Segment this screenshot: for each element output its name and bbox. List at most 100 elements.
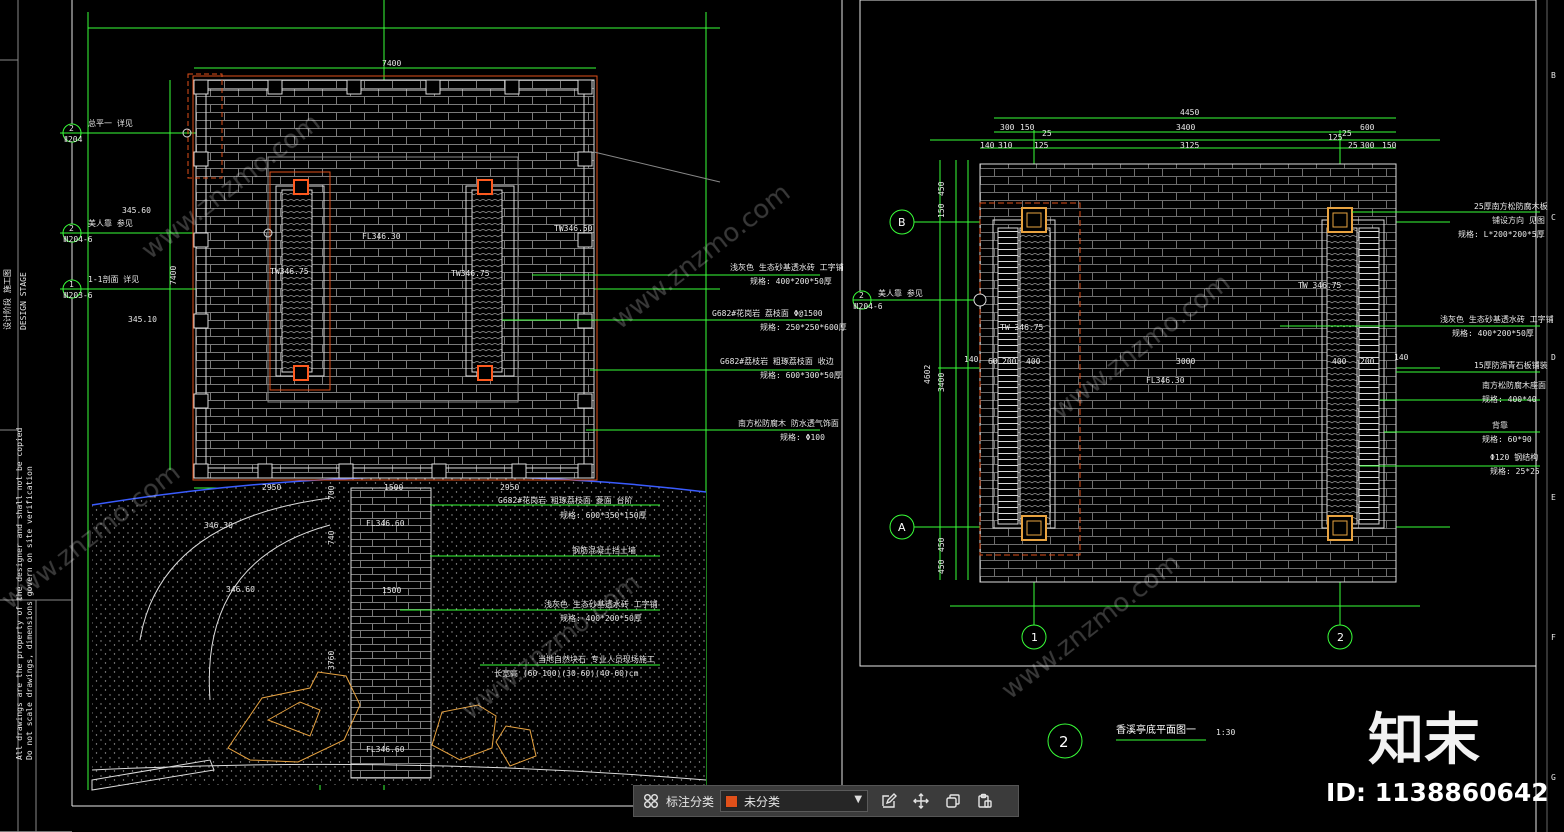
axis-bubble-a[interactable]: A [889, 514, 915, 540]
copy-icon[interactable] [942, 790, 964, 812]
svg-text:15厚防滑青石板铺装: 15厚防滑青石板铺装 [1474, 360, 1548, 370]
right-plan[interactable]: B A 1 2 2 Ⅲ204-6 美人靠 参见 [852, 117, 1540, 650]
rp-note-1: 25厚南方松防腐木板铺设方向 见图规格: L*200*200*5厚 [1458, 201, 1548, 239]
paste-icon[interactable] [974, 790, 996, 812]
left-note-1: 浅灰色 生态砂基透水砖 工字铺规格: 400*200*50厚 [730, 262, 844, 286]
drawing-title: 2 香溪亭底平面图一 1:30 [1047, 723, 1235, 759]
svg-text:香溪亭底平面图一: 香溪亭底平面图一 [1116, 723, 1196, 736]
svg-text:规格: 600*300*50厚: 规格: 600*300*50厚 [760, 370, 842, 380]
svg-text:规格: 400*200*50厚: 规格: 400*200*50厚 [1452, 328, 1534, 338]
svg-text:1:30: 1:30 [1216, 728, 1235, 737]
elev-b: 345.10 [128, 315, 157, 324]
border-letters: B C D E F G [1551, 71, 1556, 782]
path-dim-1: 700 [327, 485, 336, 500]
category-select[interactable]: 未分类 ▼ [720, 790, 869, 812]
svg-text:DESIGN STAGE: DESIGN STAGE [19, 272, 28, 330]
svg-text:1: 1 [69, 280, 74, 289]
svg-text:3400: 3400 [1176, 123, 1195, 132]
svg-text:60: 60 [988, 357, 998, 366]
svg-text:150: 150 [937, 203, 946, 218]
svg-text:B: B [1551, 71, 1556, 80]
svg-text:150: 150 [1382, 141, 1397, 150]
svg-text:450: 450 [937, 181, 946, 196]
annotation-toolbar[interactable]: 标注分类 未分类 ▼ [633, 785, 1019, 817]
edit-icon[interactable] [878, 790, 900, 812]
svg-text:南方松防腐木座面: 南方松防腐木座面 [1482, 380, 1546, 390]
fl-path-top: FL346.60 [366, 519, 405, 528]
rp-fl: FL346.30 [1146, 376, 1185, 385]
left-note-3: G682#荔枝岩 粗琢荔枝面 收边规格: 600*300*50厚 [720, 356, 842, 380]
svg-text:2: 2 [69, 124, 74, 133]
toolbar-label: 标注分类 [666, 794, 715, 809]
svg-text:140: 140 [964, 355, 979, 364]
svg-text:G682#荔枝岩 粗琢荔枝面 收边: G682#荔枝岩 粗琢荔枝面 收边 [720, 356, 834, 366]
svg-text:25厚南方松防腐木板: 25厚南方松防腐木板 [1474, 201, 1548, 211]
svg-text:140: 140 [1394, 353, 1409, 362]
svg-text:Do not scale drawings, dimensi: Do not scale drawings, dimensions govern… [25, 466, 34, 760]
section-marker-2[interactable]: 2 Ⅲ204-6 美人靠 参见 [62, 218, 133, 244]
svg-text:C: C [1551, 213, 1556, 222]
move-icon[interactable] [910, 790, 932, 812]
svg-text:D: D [1551, 353, 1556, 362]
svg-text:25: 25 [1348, 141, 1358, 150]
left-plan[interactable] [60, 0, 820, 791]
svg-text:美人靠 参见: 美人靠 参见 [88, 218, 133, 228]
left-bottom-dim-1: 2950 [262, 483, 281, 492]
svg-text:Ⅲ204-6: Ⅲ204-6 [63, 235, 93, 244]
svg-text:钢筋混凝土挡土墙: 钢筋混凝土挡土墙 [572, 545, 636, 555]
elev-c: 346.30 [204, 521, 233, 530]
cad-drawing-canvas[interactable]: 设计阶段 施工图 DESIGN STAGE All drawings are t… [0, 0, 1564, 832]
svg-text:400: 400 [1332, 357, 1347, 366]
svg-text:3125: 3125 [1180, 141, 1199, 150]
svg-text:铺设方向 见图: 铺设方向 见图 [1492, 215, 1545, 225]
section-marker-3[interactable]: 1 Ⅲ203-6 1-1剖面 详见 [62, 274, 139, 300]
svg-text:150: 150 [1020, 123, 1035, 132]
rp-tw-right: TW 346.75 [1298, 281, 1342, 290]
left-bottom-dim-3: 2950 [500, 483, 519, 492]
svg-text:25: 25 [1042, 129, 1052, 138]
axis-bubble-b[interactable]: B [889, 209, 915, 235]
svg-text:400: 400 [1026, 357, 1041, 366]
svg-text:3000: 3000 [1176, 357, 1195, 366]
tw-left-bench: TW346.75 [270, 267, 309, 276]
svg-text:125: 125 [1328, 133, 1343, 142]
path-dim-4: 3760 [327, 651, 336, 670]
rp-note-6: Φ120 钢结构规格: 25*25 [1490, 452, 1540, 476]
left-bottom-dim-2: 1500 [384, 483, 403, 492]
chevron-down-icon: ▼ [854, 794, 863, 805]
axis-bubble-2[interactable]: 2 [1327, 624, 1353, 650]
svg-text:F: F [1551, 633, 1556, 642]
tw-right: TW346.50 [554, 224, 593, 233]
grid-icon[interactable] [640, 790, 662, 812]
watermark-id: ID: 1138860642 [1326, 778, 1549, 807]
section-marker-1[interactable]: 2 Ⅱ204 总平一 详见 [62, 118, 133, 144]
svg-text:G682#花岗岩 粗琢荔枝面 菱面 台阶: G682#花岗岩 粗琢荔枝面 菱面 台阶 [498, 495, 633, 505]
left-note-6: 钢筋混凝土挡土墙 [572, 545, 636, 555]
elev-a: 345.60 [122, 206, 151, 215]
svg-text:200: 200 [1360, 357, 1375, 366]
category-color-swatch [725, 794, 739, 808]
fl-center: FL346.30 [362, 232, 401, 241]
svg-text:规格: 600*350*150厚: 规格: 600*350*150厚 [560, 510, 647, 520]
elev-d: 346.60 [226, 585, 255, 594]
rp-tw-left: TW 346.75 [1000, 323, 1044, 332]
svg-text:南方松防腐木 防水透气饰面: 南方松防腐木 防水透气饰面 [738, 418, 839, 428]
svg-text:设计阶段 施工图: 设计阶段 施工图 [2, 269, 12, 330]
svg-text:450: 450 [937, 559, 946, 574]
svg-text:浅灰色 生态砂基透水砖 工字铺: 浅灰色 生态砂基透水砖 工字铺 [1440, 314, 1554, 324]
left-width-dim: 7400 [382, 59, 401, 68]
svg-text:3400: 3400 [937, 373, 946, 392]
svg-text:Φ120 钢结构: Φ120 钢结构 [1490, 452, 1538, 462]
svg-text:4602: 4602 [923, 365, 932, 384]
svg-text:2: 2 [1059, 733, 1069, 751]
svg-text:310: 310 [998, 141, 1013, 150]
svg-text:背靠: 背靠 [1492, 420, 1508, 430]
rp-note-3: 15厚防滑青石板铺装 [1474, 360, 1548, 370]
svg-text:2: 2 [1337, 631, 1344, 644]
svg-text:1: 1 [1031, 631, 1038, 644]
rp-total-width: 4450 [1180, 108, 1199, 117]
tw-right-bench: TW346.75 [451, 269, 490, 278]
left-height-dim: 7400 [169, 266, 178, 285]
svg-text:规格: L*200*200*5厚: 规格: L*200*200*5厚 [1458, 229, 1545, 239]
svg-text:1-1剖面 详见: 1-1剖面 详见 [88, 274, 139, 284]
